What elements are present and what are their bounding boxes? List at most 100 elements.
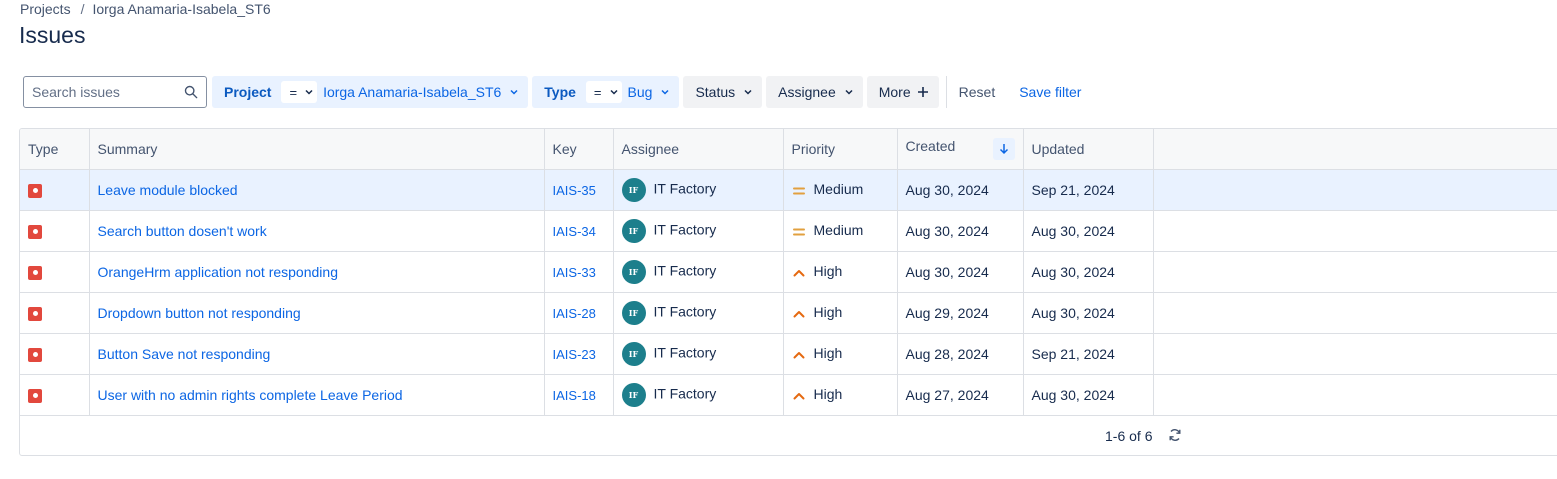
project-operator-select[interactable]: = — [281, 81, 318, 103]
column-header-updated[interactable]: Updated — [1023, 129, 1154, 170]
type-operator-select[interactable]: = — [585, 81, 622, 103]
table-row[interactable]: User with no admin rights complete Leave… — [20, 374, 1557, 416]
cell-type — [20, 292, 90, 334]
cell-summary: Dropdown button not responding — [89, 292, 545, 334]
cell-created: Aug 30, 2024 — [897, 251, 1024, 293]
bug-icon — [28, 265, 42, 280]
priority-label: High — [813, 304, 843, 321]
priority-high-icon — [793, 310, 804, 318]
table-footer: 1-6 of 6 — [20, 415, 1557, 455]
cell-type — [20, 374, 90, 416]
type-filter-value: Bug — [627, 84, 653, 100]
assignee-filter-label: Assignee — [778, 84, 836, 100]
arrow-down-icon — [999, 143, 1008, 154]
priority-medium-icon — [792, 187, 805, 195]
bug-icon — [28, 388, 42, 403]
chevron-down-icon — [510, 89, 518, 95]
issue-key-link[interactable]: IAIS-35 — [553, 183, 596, 198]
type-filter[interactable]: Type = Bug — [532, 76, 680, 108]
issue-summary-link[interactable]: Leave module blocked — [98, 182, 238, 198]
assignee-filter[interactable]: Assignee — [766, 76, 863, 108]
priority-label: Medium — [813, 181, 864, 198]
breadcrumb: Projects / Iorga Anamaria-Isabela_ST6 — [20, 1, 271, 17]
table-row[interactable]: Button Save not responding IAIS-23 IF IT Fa… — [20, 333, 1557, 375]
issue-summary-link[interactable]: Search button dosen't work — [98, 223, 267, 239]
cell-spacer — [1153, 251, 1557, 293]
priority-label: High — [813, 386, 843, 403]
assignee-name: IT Factory — [653, 262, 717, 279]
cell-spacer — [1153, 333, 1557, 375]
issue-summary-link[interactable]: OrangeHrm application not responding — [98, 264, 338, 280]
cell-summary: Button Save not responding — [89, 333, 545, 375]
column-header-created[interactable]: Created — [897, 129, 1024, 170]
column-header-assignee[interactable]: Assignee — [613, 129, 784, 170]
column-header-summary[interactable]: Summary — [89, 129, 545, 170]
project-filter[interactable]: Project = Iorga Anamaria-Isabela_ST6 — [212, 76, 529, 108]
issue-key-link[interactable]: IAIS-33 — [553, 265, 596, 280]
assignee-name: IT Factory — [653, 344, 717, 361]
sort-descending-button[interactable] — [992, 137, 1015, 160]
cell-key: IAIS-35 — [544, 169, 614, 211]
project-operator: = — [289, 84, 298, 100]
status-filter-label: Status — [695, 84, 736, 100]
column-header-created-label: Created — [905, 137, 956, 154]
breadcrumb-project[interactable]: Iorga Anamaria-Isabela_ST6 — [92, 1, 270, 17]
issue-summary-link[interactable]: Dropdown button not responding — [98, 305, 301, 321]
more-filters-button[interactable]: More — [866, 76, 939, 108]
column-header-priority[interactable]: Priority — [783, 129, 898, 170]
issues-table: Type Summary Key Assignee Priority Creat… — [19, 128, 1557, 456]
cell-type — [20, 169, 90, 211]
search-placeholder: Search issues — [32, 84, 120, 100]
cell-key: IAIS-28 — [544, 292, 614, 334]
search-input[interactable]: Search issues — [23, 76, 207, 108]
issue-key-link[interactable]: IAIS-23 — [553, 347, 596, 362]
table-row[interactable]: Leave module blocked IAIS-35 IF IT Factory M… — [20, 169, 1557, 211]
cell-updated: Sep 21, 2024 — [1023, 169, 1154, 211]
table-row[interactable]: Search button dosen't work IAIS-34 IF IT Fa… — [20, 210, 1557, 252]
cell-spacer — [1153, 169, 1557, 211]
bug-icon — [28, 183, 42, 198]
cell-priority: High — [783, 251, 898, 293]
type-operator: = — [593, 84, 602, 100]
issue-key-link[interactable]: IAIS-28 — [553, 306, 596, 321]
more-filters-label: More — [878, 84, 911, 100]
column-header-type[interactable]: Type — [20, 129, 90, 170]
cell-updated: Sep 21, 2024 — [1023, 333, 1154, 375]
chevron-down-icon — [661, 89, 669, 95]
table-row[interactable]: Dropdown button not responding IAIS-28 IF I… — [20, 292, 1557, 334]
page-title: Issues — [19, 22, 86, 48]
cell-updated: Aug 30, 2024 — [1023, 210, 1154, 252]
priority-label: High — [813, 263, 843, 280]
status-filter[interactable]: Status — [683, 76, 763, 108]
cell-priority: Medium — [783, 210, 898, 252]
cell-priority: Medium — [783, 169, 898, 211]
cell-summary: User with no admin rights complete Leave… — [89, 374, 545, 416]
cell-assignee: IF IT Factory — [613, 292, 784, 334]
column-header-key[interactable]: Key — [544, 129, 614, 170]
cell-assignee: IF IT Factory — [613, 374, 784, 416]
refresh-icon[interactable] — [1168, 428, 1182, 442]
avatar: IF — [621, 341, 646, 366]
assignee-name: IT Factory — [653, 385, 717, 402]
cell-assignee: IF IT Factory — [613, 210, 784, 252]
cell-created: Aug 30, 2024 — [897, 169, 1024, 211]
cell-created: Aug 27, 2024 — [897, 374, 1024, 416]
cell-key: IAIS-23 — [544, 333, 614, 375]
cell-spacer — [1153, 210, 1557, 252]
cell-spacer — [1153, 374, 1557, 416]
cell-key: IAIS-34 — [544, 210, 614, 252]
reset-button[interactable]: Reset — [951, 84, 1004, 100]
cell-updated: Aug 30, 2024 — [1023, 292, 1154, 334]
issue-summary-link[interactable]: Button Save not responding — [98, 346, 271, 362]
cell-updated: Aug 30, 2024 — [1023, 374, 1154, 416]
type-filter-label: Type — [544, 84, 576, 100]
priority-high-icon — [793, 351, 804, 359]
issue-key-link[interactable]: IAIS-18 — [553, 388, 596, 403]
cell-key: IAIS-18 — [544, 374, 614, 416]
cell-created: Aug 29, 2024 — [897, 292, 1024, 334]
breadcrumb-projects[interactable]: Projects — [20, 1, 71, 17]
issue-summary-link[interactable]: User with no admin rights complete Leave… — [98, 387, 403, 403]
table-row[interactable]: OrangeHrm application not responding IAIS… — [20, 251, 1557, 293]
issue-key-link[interactable]: IAIS-34 — [553, 224, 596, 239]
save-filter-button[interactable]: Save filter — [1011, 84, 1089, 100]
